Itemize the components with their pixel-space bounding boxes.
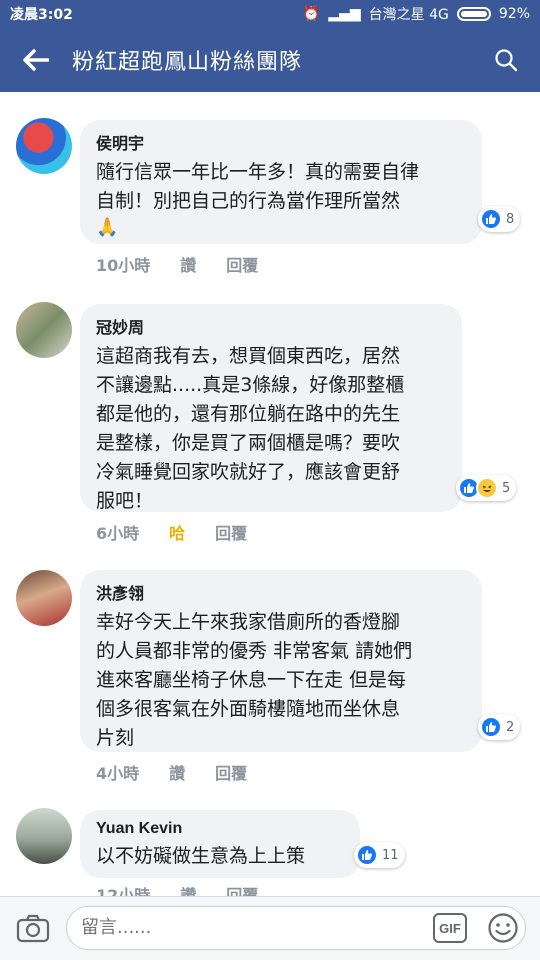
reactions-badge[interactable]: 8 bbox=[478, 206, 521, 232]
haha-reaction-icon bbox=[476, 477, 498, 499]
status-time: 凌晨3:02 bbox=[10, 7, 73, 23]
comment-actions: 12小時 讚 回覆 bbox=[96, 882, 288, 896]
reply-button[interactable]: 回覆 bbox=[226, 252, 258, 276]
status-right: ⏰ ▂▄▆ 台灣之星 4G 92% bbox=[303, 4, 530, 24]
comment-text: 隨行信眾一年比一年多！真的需要自律 自制！別把自己的行為當作理所當然 bbox=[96, 161, 420, 212]
comment-time: 6小時 bbox=[96, 524, 140, 543]
smiley-icon bbox=[488, 913, 518, 943]
like-button[interactable]: 讚 bbox=[169, 760, 185, 784]
battery-icon bbox=[456, 7, 491, 21]
comment-bubble[interactable]: Yuan Kevin 以不妨礙做生意為上上策 bbox=[80, 810, 360, 878]
comment-feed[interactable]: 侯明宇 隨行信眾一年比一年多！真的需要自律 自制！別把自己的行為當作理所當然 🙏… bbox=[0, 92, 540, 896]
like-reaction-icon bbox=[356, 844, 378, 866]
reaction-count: 5 bbox=[502, 480, 511, 496]
status-bar: 凌晨3:02 ⏰ ▂▄▆ 台灣之星 4G 92% bbox=[0, 0, 540, 28]
like-button[interactable]: 讚 bbox=[180, 882, 196, 896]
comment-text: 以不妨礙做生意為上上策 bbox=[96, 845, 306, 867]
avatar[interactable] bbox=[16, 570, 72, 626]
emoji-button[interactable] bbox=[487, 912, 519, 944]
reply-button[interactable]: 回覆 bbox=[215, 520, 247, 544]
page-title: 粉紅超跑鳳山粉絲團隊 bbox=[72, 50, 303, 75]
reaction-count: 8 bbox=[506, 211, 515, 227]
camera-button[interactable] bbox=[16, 913, 50, 943]
comment-author[interactable]: Yuan Kevin bbox=[96, 820, 344, 838]
avatar[interactable] bbox=[16, 118, 72, 174]
app-bar: 粉紅超跑鳳山粉絲團隊 bbox=[0, 28, 540, 92]
comment-actions: 4小時 讚 回覆 bbox=[96, 760, 277, 784]
haha-button[interactable]: 哈 bbox=[169, 520, 185, 544]
status-carrier: 台灣之星 4G bbox=[368, 7, 449, 23]
comment-bubble[interactable]: 侯明宇 隨行信眾一年比一年多！真的需要自律 自制！別把自己的行為當作理所當然 🙏 bbox=[80, 120, 482, 244]
like-reaction-icon bbox=[480, 208, 502, 230]
comment-bubble[interactable]: 洪彥翎 幸好今天上午來我家借廁所的香燈腳 的人員都非常的優秀 非常客氣 請她們 … bbox=[80, 570, 482, 752]
comment-actions: 6小時 哈 回覆 bbox=[96, 520, 277, 544]
search-icon bbox=[495, 49, 518, 72]
reaction-count: 2 bbox=[506, 719, 515, 735]
comment-emoji: 🙏 bbox=[96, 217, 119, 238]
back-arrow-icon bbox=[23, 49, 49, 71]
comment-author[interactable]: 冠妙周 bbox=[96, 314, 446, 338]
comment-composer: GIF bbox=[0, 896, 540, 960]
comment-input-box[interactable]: GIF bbox=[66, 906, 526, 950]
comment-bubble[interactable]: 冠妙周 這超商我有去，想買個東西吃，居然 不讓邊點.....真是3條線，好像那整… bbox=[80, 304, 462, 512]
reactions-badge[interactable]: 11 bbox=[354, 842, 405, 868]
back-button[interactable] bbox=[0, 28, 72, 92]
comment-time: 12小時 bbox=[96, 886, 151, 896]
signal-icon: ▂▄▆ bbox=[328, 6, 361, 22]
reply-button[interactable]: 回覆 bbox=[215, 760, 247, 784]
comment-input[interactable] bbox=[81, 907, 421, 947]
comment-text: 幸好今天上午來我家借廁所的香燈腳 的人員都非常的優秀 非常客氣 請她們 進來客廳… bbox=[96, 611, 413, 749]
comment-actions: 10小時 讚 回覆 bbox=[96, 252, 288, 276]
reactions-badge[interactable]: 2 bbox=[478, 714, 521, 740]
avatar[interactable] bbox=[16, 302, 72, 358]
gif-button[interactable]: GIF bbox=[433, 913, 467, 943]
comment-time: 4小時 bbox=[96, 764, 140, 783]
comment-author[interactable]: 洪彥翎 bbox=[96, 580, 466, 604]
camera-icon bbox=[16, 914, 50, 943]
reaction-count: 11 bbox=[382, 847, 399, 863]
like-button[interactable]: 讚 bbox=[180, 252, 196, 276]
reactions-badge[interactable]: 5 bbox=[456, 475, 517, 501]
comment-time: 10小時 bbox=[96, 256, 151, 275]
comment-text: 這超商我有去，想買個東西吃，居然 不讓邊點.....真是3條線，好像那整櫃 都是… bbox=[96, 345, 405, 512]
avatar[interactable] bbox=[16, 808, 72, 864]
reply-button[interactable]: 回覆 bbox=[226, 882, 258, 896]
search-button[interactable] bbox=[490, 44, 522, 76]
comment-author[interactable]: 侯明宇 bbox=[96, 130, 466, 154]
like-reaction-icon bbox=[480, 716, 502, 738]
status-battery: 92% bbox=[498, 6, 530, 22]
alarm-icon: ⏰ bbox=[302, 6, 321, 22]
